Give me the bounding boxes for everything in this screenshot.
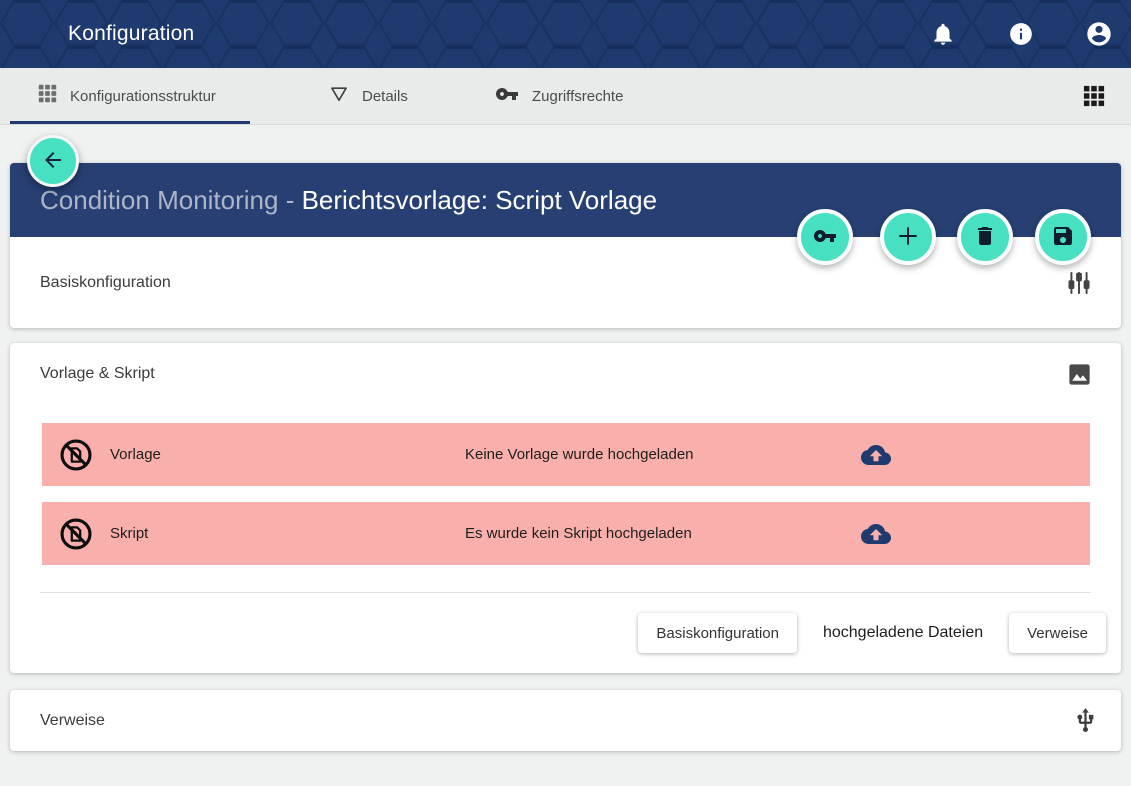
app-title: Konfiguration — [68, 0, 194, 68]
tab-label: Details — [362, 88, 408, 105]
section-label: Verweise — [40, 712, 105, 730]
page-title-main: Berichtsvorlage: Script Vorlage — [302, 185, 658, 215]
tune-sliders-icon[interactable] — [1065, 269, 1093, 297]
info-icon[interactable] — [1007, 20, 1035, 48]
active-tab-underline — [10, 121, 250, 124]
vorlage-skript-footer: Basiskonfiguration hochgeladene Dateien … — [10, 605, 1106, 661]
navbar-icon-group — [929, 0, 1113, 68]
card-divider — [40, 592, 1091, 593]
alert-label: Skript — [110, 525, 148, 542]
skript-alert-row: Skript Es wurde kein Skript hochgeladen — [42, 502, 1090, 565]
config-header-card: Condition Monitoring - Berichtsvorlage: … — [10, 163, 1121, 328]
arrow-back-icon — [41, 148, 65, 175]
app-root: Konfiguration Konfigurationsstruktu — [0, 0, 1131, 786]
image-icon[interactable] — [1065, 360, 1093, 388]
cloud-upload-icon[interactable] — [860, 439, 892, 471]
top-navbar: Konfiguration — [0, 0, 1131, 68]
delete-fab[interactable] — [957, 209, 1013, 265]
access-rights-fab[interactable] — [797, 209, 853, 265]
verweise-button[interactable]: Verweise — [1009, 613, 1106, 653]
vorlage-skript-titlebar: Vorlage & Skript — [10, 343, 1121, 405]
grid-icon — [38, 84, 57, 108]
tab-details[interactable]: Details — [329, 68, 408, 124]
cloud-upload-icon[interactable] — [860, 518, 892, 550]
tab-bar: Konfigurationsstruktur Details Zugriffsr… — [0, 68, 1131, 125]
save-icon — [1051, 224, 1075, 251]
section-label: Basiskonfiguration — [40, 274, 171, 292]
no-file-icon — [58, 516, 94, 552]
account-icon[interactable] — [1085, 20, 1113, 48]
tab-label: Zugriffsrechte — [532, 88, 623, 105]
trash-icon — [973, 224, 997, 251]
vorlage-skript-card: Vorlage & Skript Vorlage Keine Vorlage w… — [10, 343, 1121, 673]
usb-icon[interactable] — [1071, 707, 1099, 735]
vorlage-alert-row: Vorlage Keine Vorlage wurde hochgeladen — [42, 423, 1090, 486]
apps-grid-icon[interactable] — [1083, 85, 1105, 107]
triangle-down-icon — [329, 84, 349, 109]
back-button[interactable] — [27, 135, 79, 187]
no-file-icon — [58, 437, 94, 473]
plus-icon — [895, 223, 921, 252]
page-title: Condition Monitoring - Berichtsvorlage: … — [40, 185, 657, 216]
tab-label: Konfigurationsstruktur — [70, 88, 216, 105]
tab-zugriffsrechte[interactable]: Zugriffsrechte — [495, 68, 623, 124]
page-header: Condition Monitoring - Berichtsvorlage: … — [10, 163, 1121, 237]
alert-message: Es wurde kein Skript hochgeladen — [465, 525, 692, 542]
key-icon — [495, 82, 519, 111]
alert-message: Keine Vorlage wurde hochgeladen — [465, 446, 694, 463]
bell-icon[interactable] — [929, 20, 957, 48]
hochgeladene-dateien-label[interactable]: hochgeladene Dateien — [823, 624, 983, 642]
alert-label: Vorlage — [110, 446, 161, 463]
section-label: Vorlage & Skript — [40, 365, 155, 383]
key-icon — [813, 224, 837, 251]
basiskonfiguration-button[interactable]: Basiskonfiguration — [638, 613, 797, 653]
add-fab[interactable] — [880, 209, 936, 265]
tab-konfigurationsstruktur[interactable]: Konfigurationsstruktur — [38, 68, 216, 124]
section-basiskonfiguration[interactable]: Basiskonfiguration — [10, 237, 1121, 328]
verweise-card[interactable]: Verweise — [10, 690, 1121, 751]
page-title-prefix: Condition Monitoring - — [40, 185, 302, 215]
save-fab[interactable] — [1035, 209, 1091, 265]
